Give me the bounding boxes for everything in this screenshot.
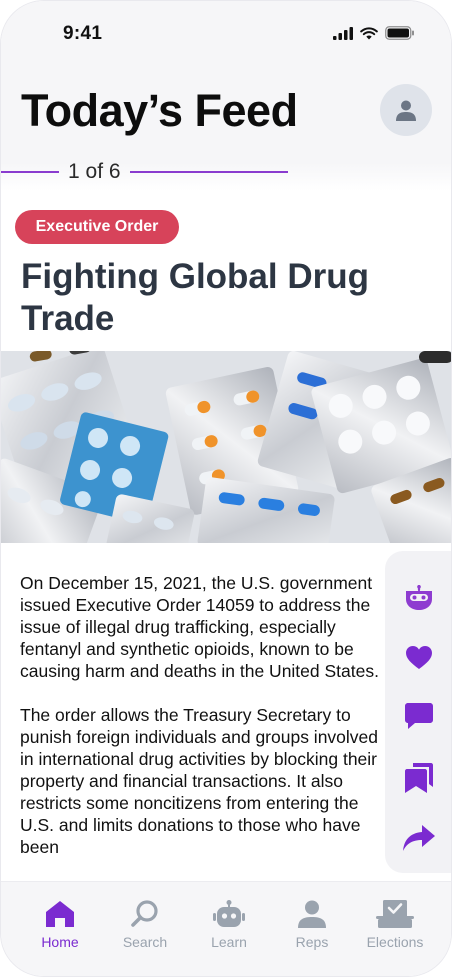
bottom-tab-bar: Home Search Learn Reps Elections	[1, 881, 451, 976]
status-bar: 9:41	[1, 19, 451, 51]
wifi-icon	[360, 26, 378, 39]
article-hero-image	[1, 351, 451, 543]
article-body: On December 15, 2021, the U.S. governmen…	[20, 572, 380, 880]
article-paragraph: The order allows the Treasury Secretary …	[20, 705, 379, 857]
tab-home-label: Home	[41, 934, 79, 950]
signal-icon	[333, 26, 353, 40]
ballot-icon	[376, 900, 414, 928]
like-button[interactable]	[400, 638, 438, 676]
share-button[interactable]	[400, 819, 438, 857]
tab-search-label: Search	[122, 934, 168, 950]
tab-elections-label: Elections	[366, 934, 424, 950]
bookmark-button[interactable]	[400, 759, 438, 797]
profile-button[interactable]	[380, 84, 432, 136]
tab-learn[interactable]: Learn	[187, 900, 271, 950]
pills-illustration	[1, 351, 451, 543]
person-icon	[298, 900, 326, 928]
status-time: 9:41	[63, 23, 103, 44]
status-icons	[333, 26, 415, 40]
category-badge[interactable]: Executive Order	[15, 210, 179, 244]
article-title: Fighting Global Drug Trade	[21, 257, 370, 338]
heart-icon	[406, 645, 432, 669]
search-icon	[131, 900, 158, 927]
robot-icon	[213, 900, 245, 927]
bot-icon	[406, 585, 432, 610]
feed-pager: 1 of 6	[1, 159, 301, 185]
tab-reps[interactable]: Reps	[270, 900, 354, 950]
comment-icon	[405, 703, 433, 729]
ai-assistant-button[interactable]	[400, 579, 438, 617]
battery-icon	[385, 26, 414, 40]
phone-screen: 9:41 Today’s Feed 1 of 6 Executive Order…	[0, 0, 452, 977]
comment-button[interactable]	[400, 697, 438, 735]
home-icon	[46, 901, 74, 927]
action-rail	[385, 551, 451, 873]
pager-text: 1 of 6	[68, 160, 121, 183]
pager-line-right	[130, 171, 288, 173]
tab-reps-label: Reps	[295, 934, 329, 950]
tab-learn-label: Learn	[211, 934, 247, 950]
bookmark-icon	[405, 763, 433, 793]
tab-search[interactable]: Search	[103, 900, 187, 950]
person-icon	[396, 100, 416, 121]
pager-line-left	[1, 171, 59, 173]
share-icon	[403, 825, 435, 851]
page-title: Today’s Feed	[21, 85, 298, 136]
tab-elections[interactable]: Elections	[353, 900, 437, 950]
article-paragraph: On December 15, 2021, the U.S. governmen…	[20, 573, 379, 681]
tab-home[interactable]: Home	[18, 900, 102, 950]
